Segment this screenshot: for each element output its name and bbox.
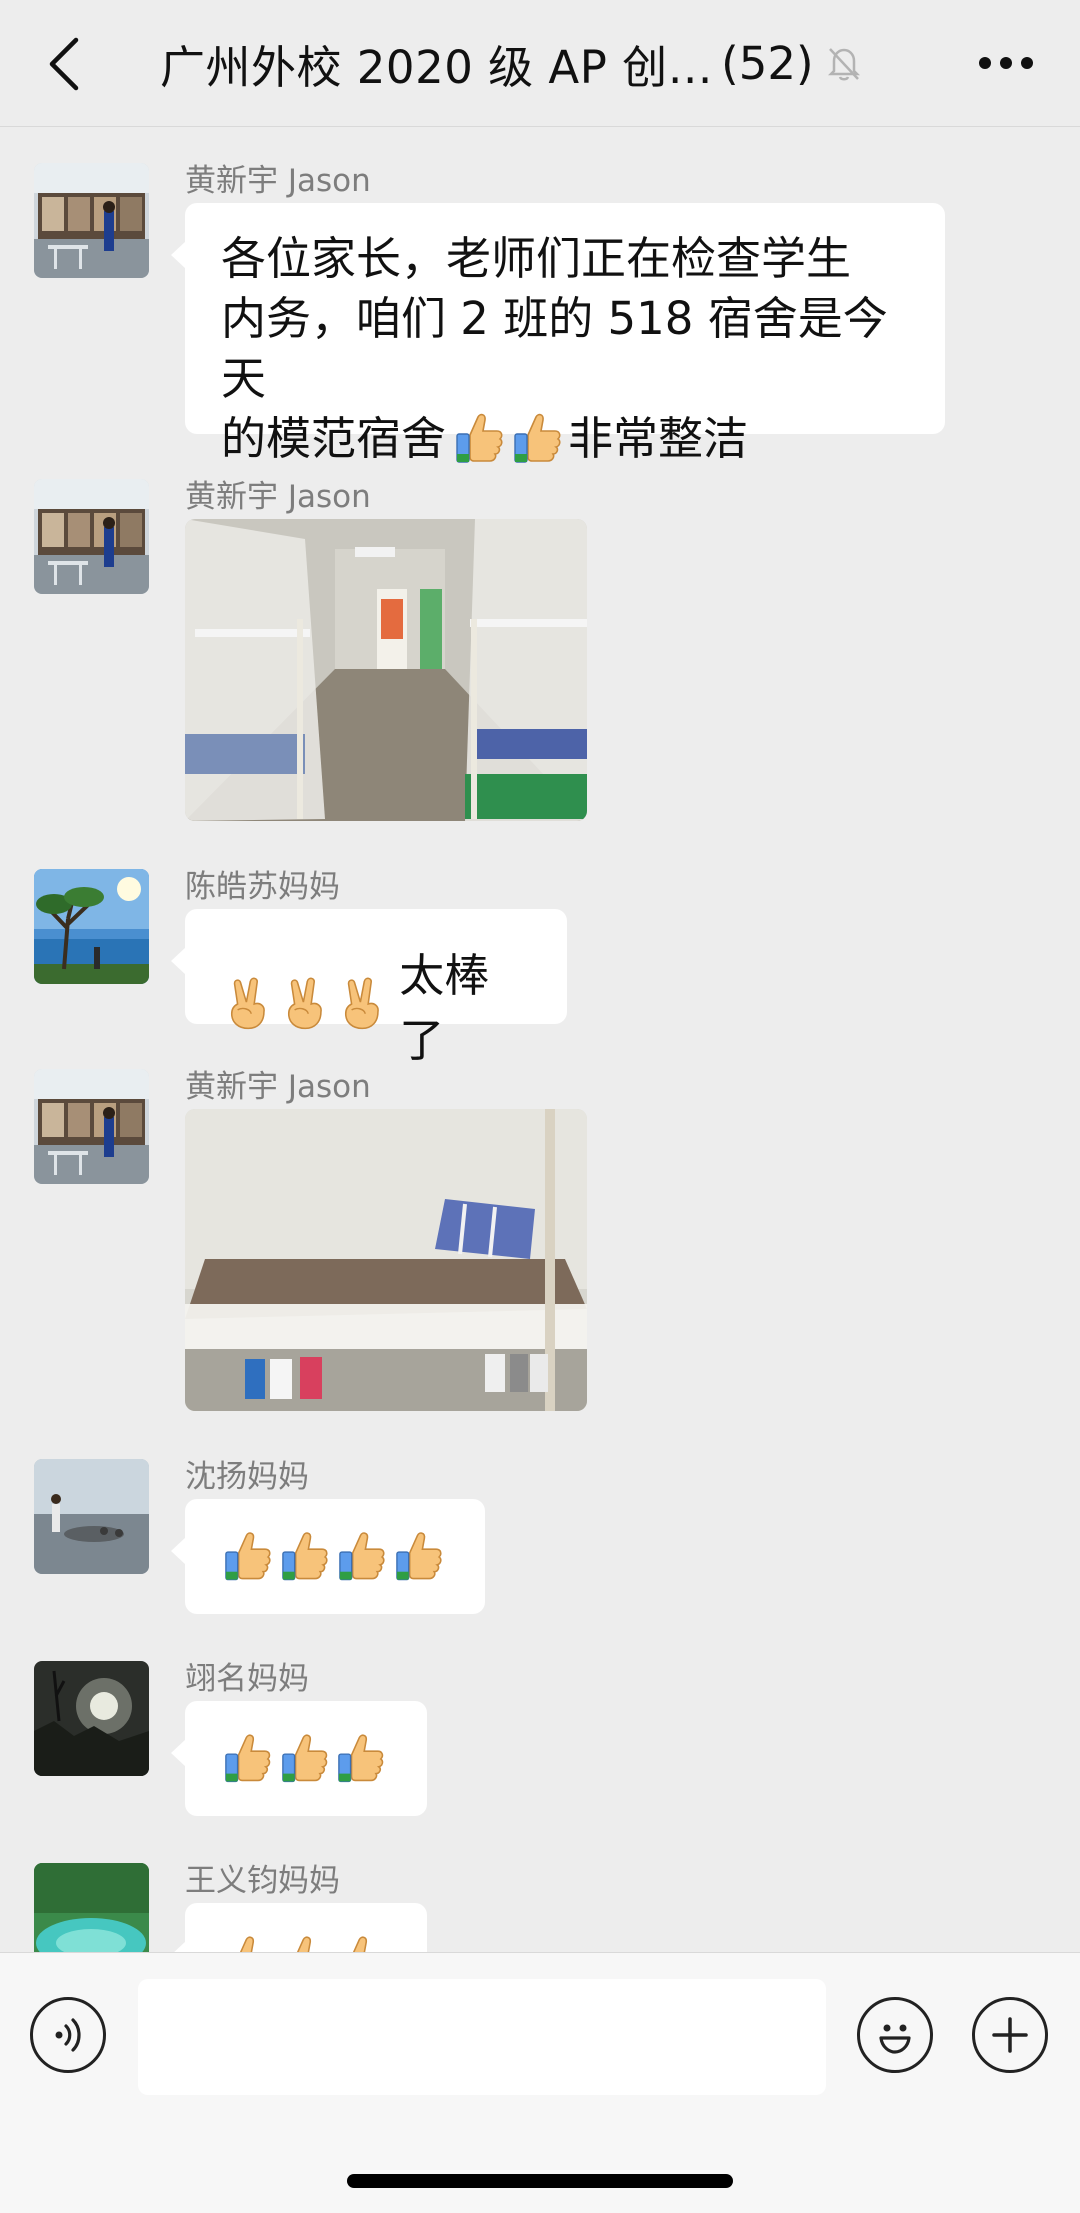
- plus-icon: [992, 2017, 1028, 2053]
- back-button[interactable]: [36, 28, 92, 100]
- avatar[interactable]: [34, 1863, 149, 1952]
- sender-name: 翊名妈妈: [185, 1661, 309, 1697]
- avatar[interactable]: [34, 1661, 149, 1776]
- message-item: 黄新宇 Jason: [0, 1061, 1080, 1421]
- bunk-bed-photo[interactable]: [185, 1109, 587, 1411]
- sender-name: 王义钧妈妈: [185, 1863, 340, 1899]
- thumbs-up-icon: [452, 411, 504, 467]
- victory-hand-icon: [335, 976, 386, 1032]
- emoji-button[interactable]: [857, 1997, 933, 2073]
- message-text-line: 各位家长，老师们正在检查学生: [221, 232, 852, 285]
- thumbs-up-icon: [278, 1933, 329, 1952]
- member-count: (52): [721, 36, 814, 90]
- chevron-left-icon: [49, 37, 79, 91]
- chat-header: 广州外校 2020 级 AP 创… (52): [0, 0, 1080, 127]
- thumbs-up-icon: [221, 1731, 272, 1787]
- thumbs-up-icon: [392, 1529, 443, 1585]
- dormitory-room-photo[interactable]: [185, 519, 587, 821]
- thumbs-up-icon: [221, 1933, 272, 1952]
- avatar[interactable]: [34, 163, 149, 278]
- message-text-line: 内务，咱们 2 班的 518 宿舍是今天: [221, 292, 888, 405]
- message-text-segment: 的模范宿舍: [221, 412, 447, 465]
- message-item: 王义钧妈妈: [0, 1855, 1080, 1952]
- message-bubble[interactable]: [171, 1499, 485, 1615]
- victory-hand-icon: [221, 976, 272, 1032]
- message-bubble[interactable]: [171, 1903, 427, 1952]
- message-item: 沈扬妈妈: [0, 1451, 1080, 1631]
- message-text: 太棒了: [399, 949, 490, 1067]
- message-content: [185, 1701, 427, 1817]
- plus-button[interactable]: [972, 1997, 1048, 2073]
- smiley-icon: [879, 2024, 911, 2054]
- sender-name: 黄新宇 Jason: [185, 479, 371, 515]
- message-item: 黄新宇 Jason 各位家长，老师们正在检查学生 内务，咱们 2 班的 518 …: [0, 155, 1080, 465]
- message-content: [185, 1499, 485, 1615]
- message-item: 翊名妈妈: [0, 1653, 1080, 1833]
- thumbs-up-icon: [335, 1529, 386, 1585]
- chat-title-area[interactable]: 广州外校 2020 级 AP 创… (52): [160, 30, 880, 96]
- thumbs-up-icon: [278, 1731, 329, 1787]
- thumbs-up-icon: [334, 1933, 385, 1952]
- message-text: 各位家长，老师们正在检查学生 内务，咱们 2 班的 518 宿舍是今天 的模范宿…: [185, 203, 945, 495]
- message-list[interactable]: 黄新宇 Jason 各位家长，老师们正在检查学生 内务，咱们 2 班的 518 …: [0, 127, 1080, 1952]
- voice-icon: [55, 2018, 81, 2052]
- sender-name: 黄新宇 Jason: [185, 163, 371, 199]
- thumbs-up-icon: [221, 1529, 272, 1585]
- thumbs-up-icon: [334, 1731, 385, 1787]
- avatar[interactable]: [34, 1459, 149, 1574]
- message-text-line: 的模范宿舍 非常整洁: [221, 409, 909, 469]
- message-bubble[interactable]: 太棒了: [171, 909, 567, 1067]
- chat-title: 广州外校 2020 级 AP 创…: [160, 40, 714, 94]
- message-content: [185, 1903, 427, 1952]
- message-item: 陈皓苏妈妈 太棒了: [0, 861, 1080, 1067]
- thumbs-up-icon: [510, 411, 562, 467]
- thumbs-up-icon: [278, 1529, 329, 1585]
- avatar[interactable]: [34, 479, 149, 594]
- sender-name: 黄新宇 Jason: [185, 1069, 371, 1105]
- message-bubble[interactable]: 各位家长，老师们正在检查学生 内务，咱们 2 班的 518 宿舍是今天 的模范宿…: [171, 203, 945, 465]
- message-input[interactable]: [138, 1979, 826, 2095]
- sender-name: 沈扬妈妈: [185, 1459, 309, 1495]
- message-bubble[interactable]: [171, 1701, 427, 1817]
- sender-name: 陈皓苏妈妈: [185, 869, 340, 905]
- voice-button[interactable]: [30, 1997, 106, 2073]
- avatar[interactable]: [34, 869, 149, 984]
- message-text-segment: 非常整洁: [568, 412, 749, 465]
- more-button[interactable]: [966, 30, 1046, 96]
- victory-hand-icon: [278, 976, 329, 1032]
- avatar[interactable]: [34, 1069, 149, 1184]
- message-item: 黄新宇 Jason: [0, 471, 1080, 831]
- more-dots-icon: [979, 57, 1033, 69]
- bell-off-icon: [824, 43, 864, 83]
- home-indicator[interactable]: [347, 2174, 733, 2188]
